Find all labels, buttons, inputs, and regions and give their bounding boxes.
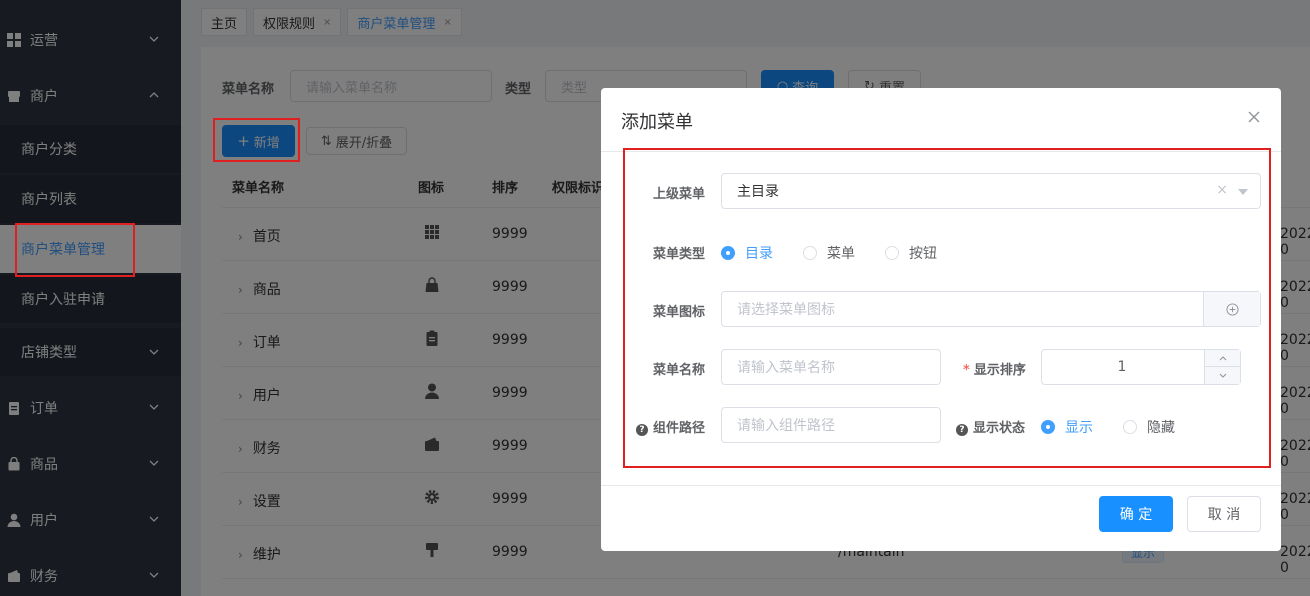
close-icon[interactable] (1247, 110, 1261, 124)
highlight-box-menu-item (15, 223, 135, 277)
dialog-title: 添加菜单 (621, 112, 693, 133)
add-menu-dialog: 添加菜单 上级菜单 主目录 × 菜单类型 目录 菜单 按钮 菜单图标 请选择菜单… (601, 88, 1281, 551)
dialog-footer-divider (601, 485, 1281, 486)
highlight-box-add-button (213, 118, 300, 162)
cancel-button[interactable]: 取 消 (1187, 496, 1261, 532)
confirm-button[interactable]: 确 定 (1099, 496, 1173, 532)
highlight-box-form (623, 148, 1271, 468)
